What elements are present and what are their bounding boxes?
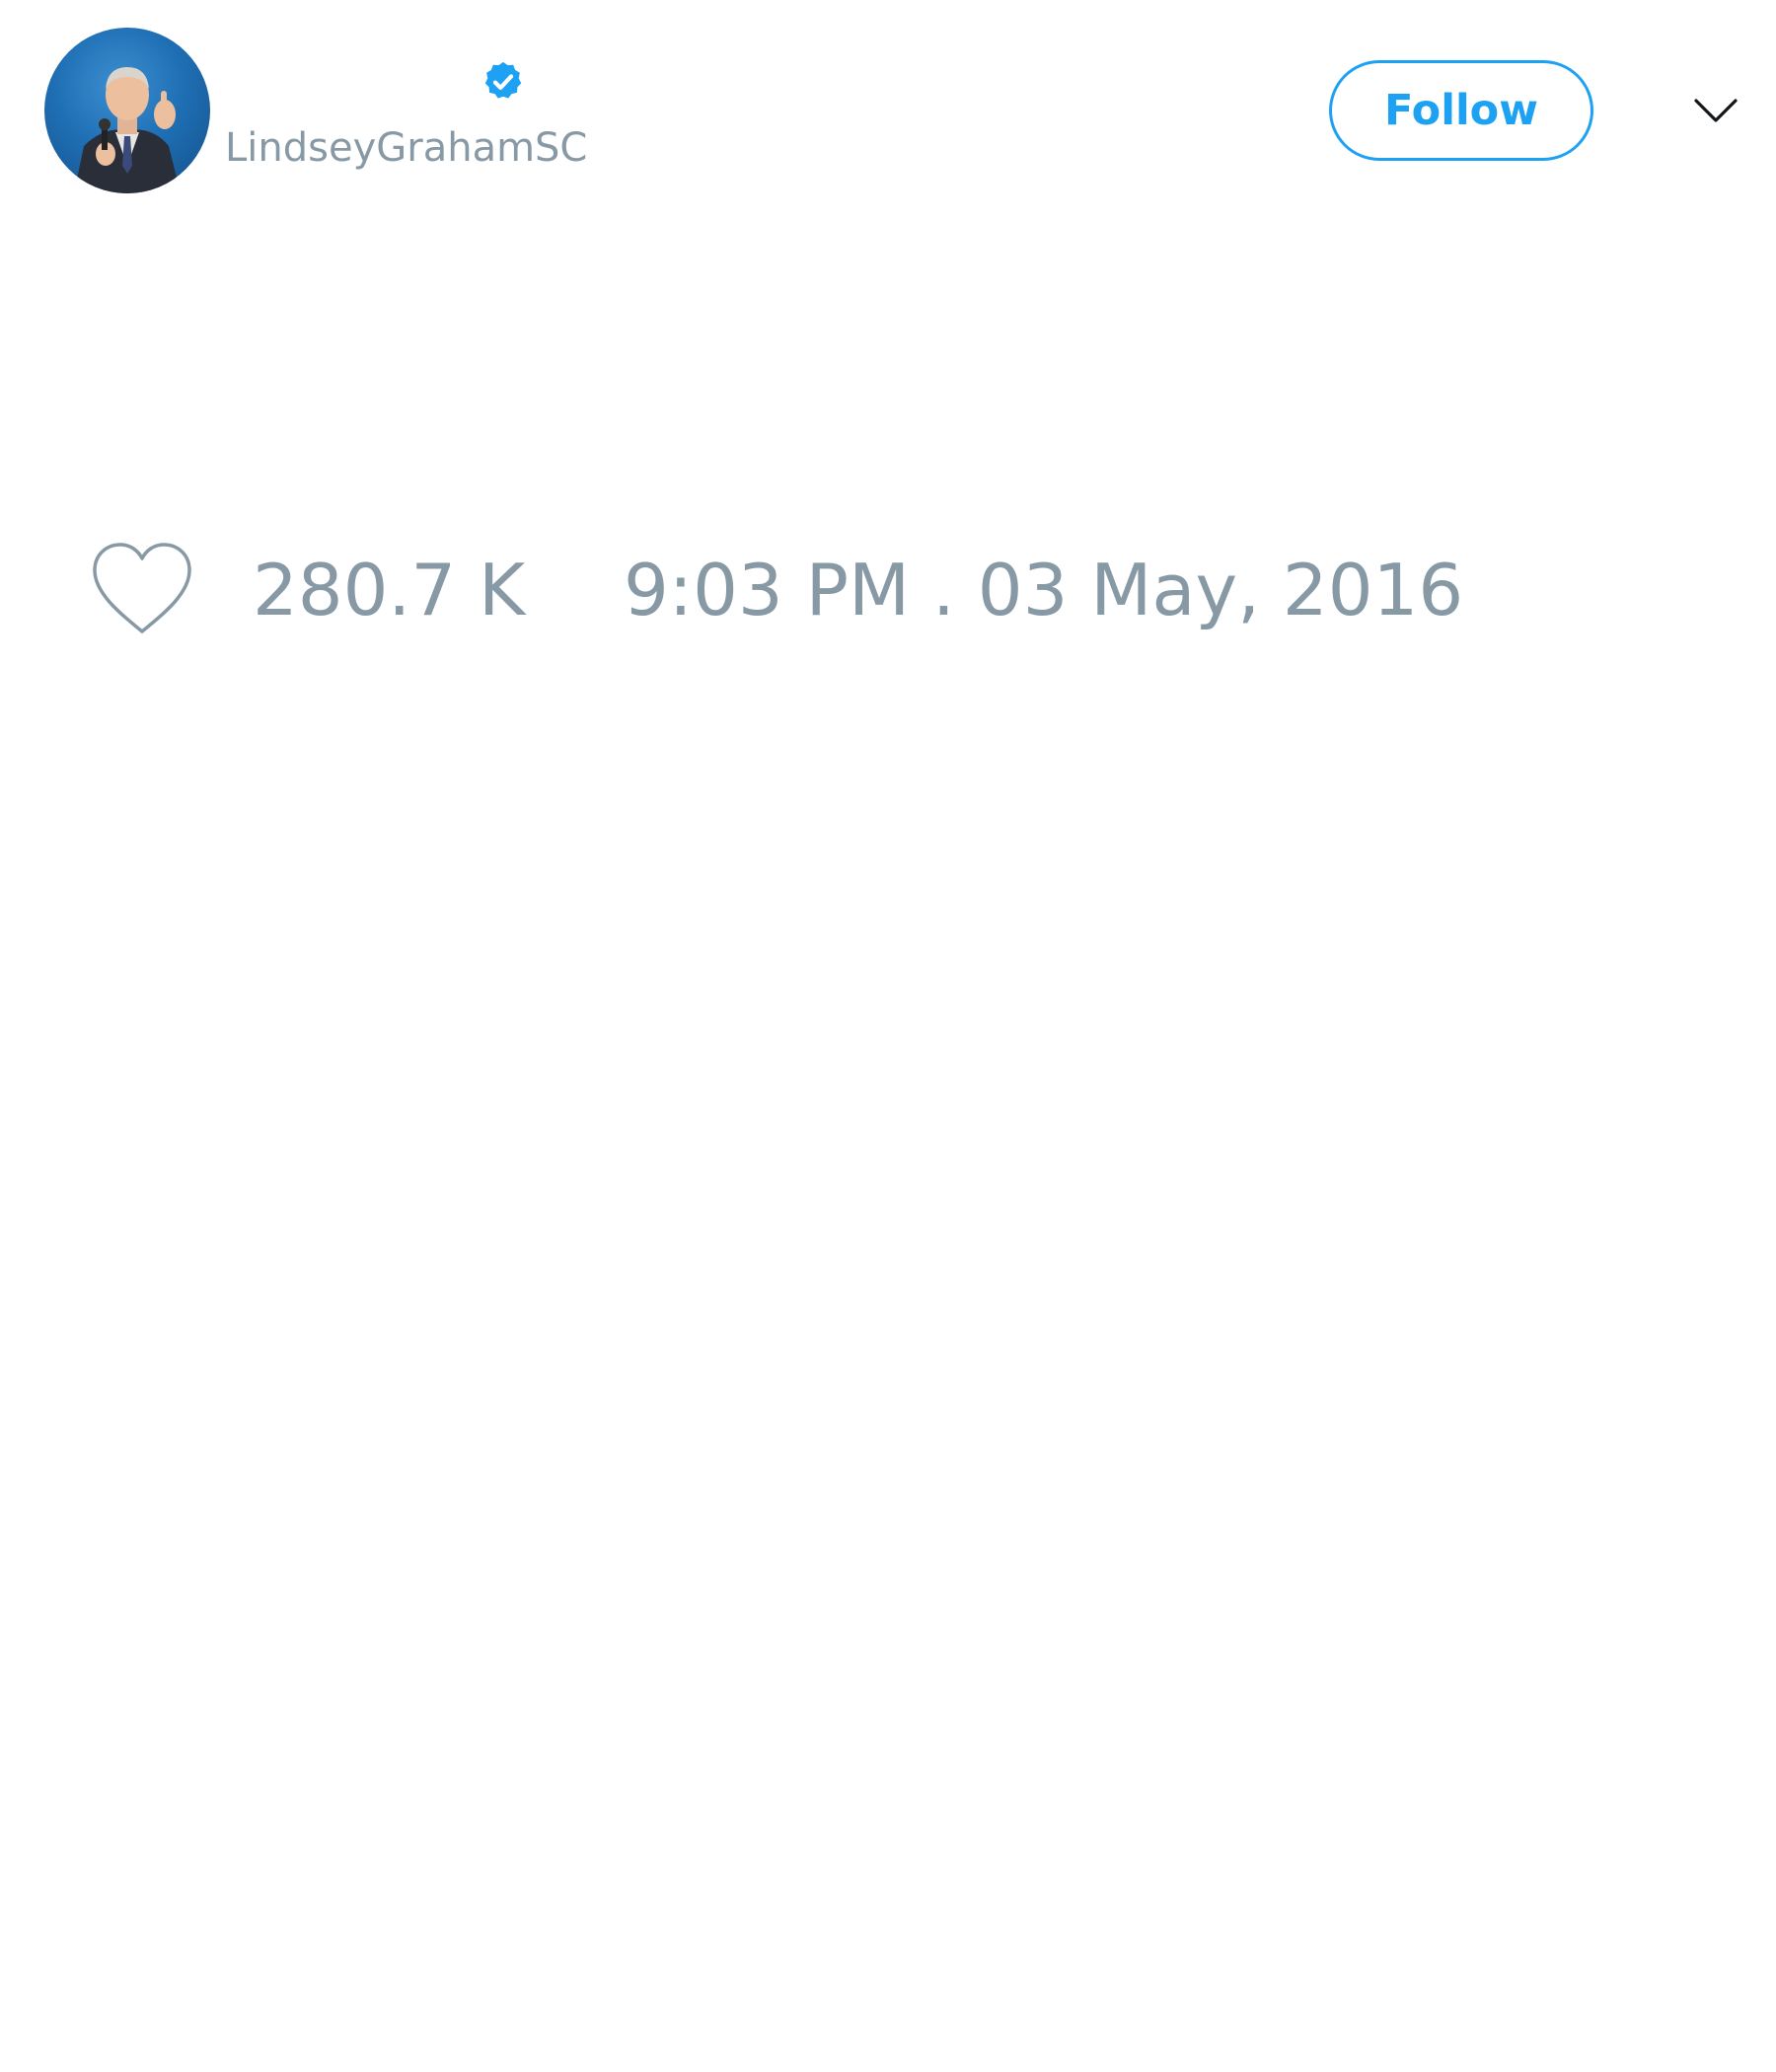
verified-badge-icon [484, 61, 522, 99]
like-count: 280.7 K [253, 549, 526, 631]
avatar[interactable] [44, 28, 210, 193]
chevron-down-icon[interactable] [1691, 91, 1740, 130]
avatar-photo [74, 67, 181, 193]
follow-button[interactable]: Follow [1329, 60, 1593, 161]
heart-icon[interactable] [89, 541, 195, 637]
tweet-timestamp[interactable]: 9:03 PM . 03 May, 2016 [624, 553, 1463, 628]
author-handle[interactable]: LindseyGrahamSC [225, 124, 587, 172]
